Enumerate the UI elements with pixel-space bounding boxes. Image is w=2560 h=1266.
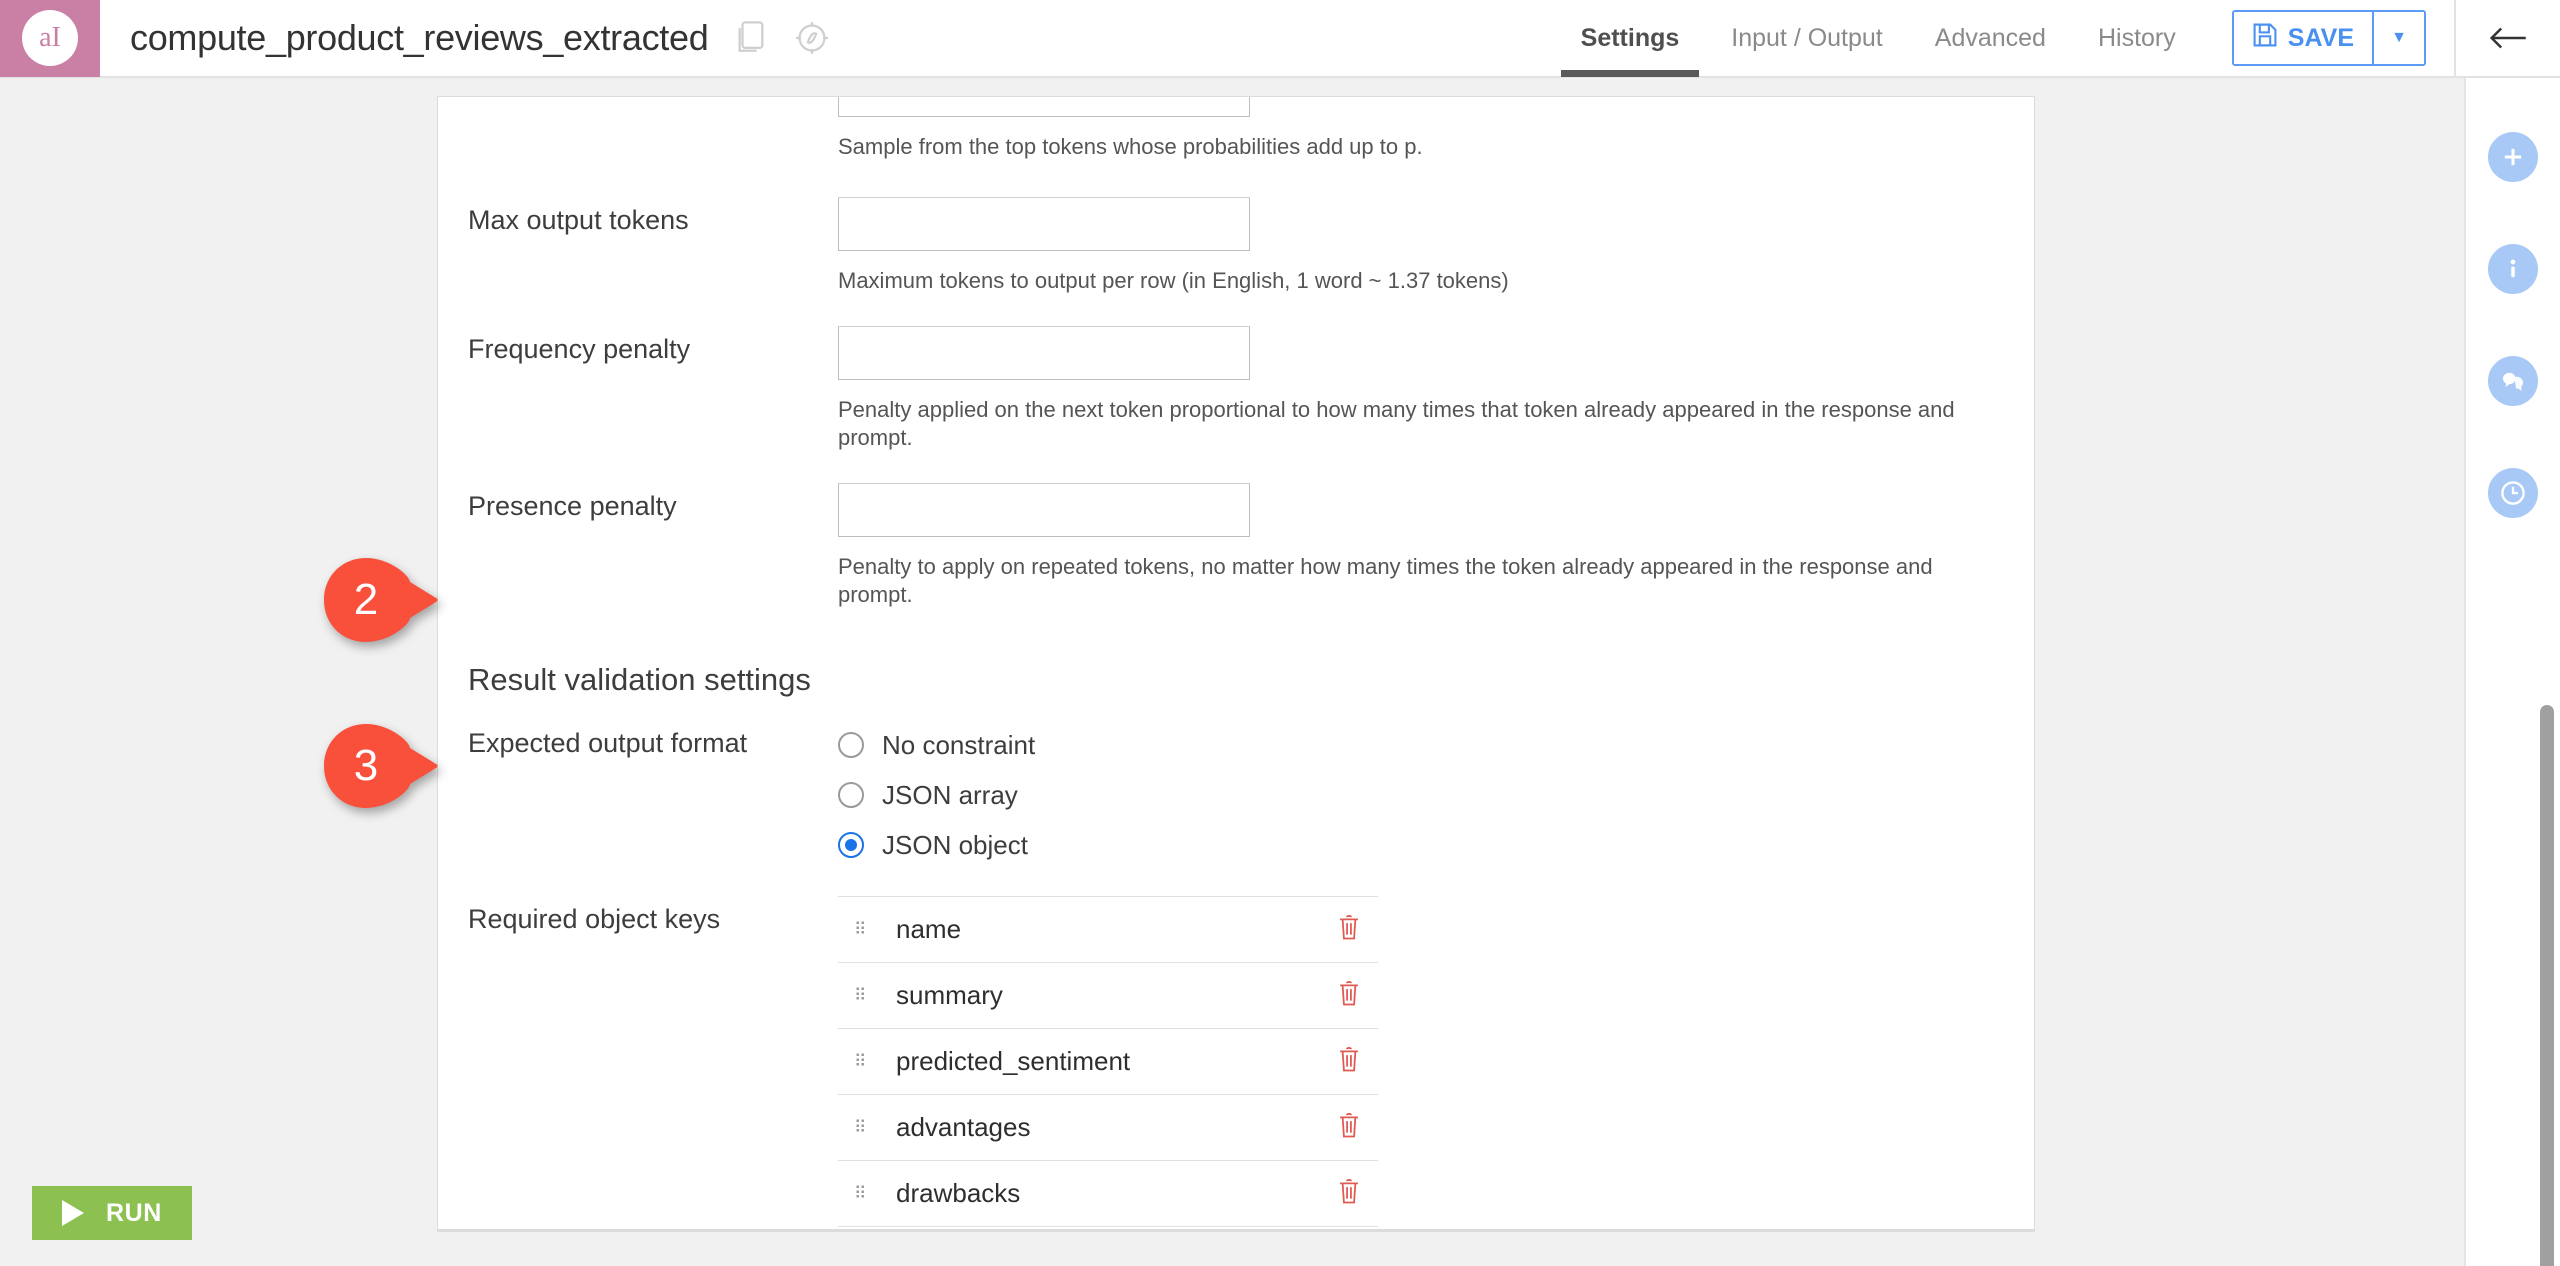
table-row[interactable]: ⠿ summary [838,963,1378,1029]
frequency-penalty-input[interactable] [838,326,1250,380]
page-title: compute_product_reviews_extracted [130,17,708,59]
max-output-tokens-field-col: Maximum tokens to output per row (in Eng… [838,197,2034,295]
tab-input-output[interactable]: Input / Output [1705,0,1909,77]
radio-no-constraint[interactable]: No constraint [838,720,2010,770]
presence-penalty-hint: Penalty to apply on repeated tokens, no … [838,553,2010,608]
radio-json-array[interactable]: JSON array [838,770,2010,820]
expected-output-format-options: No constraint JSON array JSON object [838,720,2034,870]
required-object-keys-row: Required object keys ⠿ name [438,896,2034,1232]
max-output-tokens-input[interactable] [838,197,1250,251]
frequency-penalty-label: Frequency penalty [438,326,838,365]
settings-form: Sample from the top tokens whose probabi… [438,96,2034,1232]
table-row[interactable]: ⠿ drawbacks [838,1161,1378,1227]
run-button[interactable]: RUN [32,1186,192,1240]
save-button-group: SAVE ▼ [2232,10,2426,66]
settings-card: Sample from the top tokens whose probabi… [437,96,2035,1232]
save-dropdown-caret[interactable]: ▼ [2372,12,2424,64]
logo-mark: aI [22,10,78,66]
tab-history[interactable]: History [2072,0,2202,77]
required-keys-list: ⠿ name ⠿ [838,896,1378,1227]
presence-penalty-input[interactable] [838,483,1250,537]
drag-handle-icon[interactable]: ⠿ [854,987,876,1004]
presence-penalty-field-col: Penalty to apply on repeated tokens, no … [838,483,2034,608]
radio-json-array-label: JSON array [882,780,1018,811]
key-name: predicted_sentiment [876,1046,1328,1077]
frequency-penalty-hint: Penalty applied on the next token propor… [838,396,2010,451]
radio-json-object-circle[interactable] [838,832,864,858]
callout-pin-2-number: 2 [322,556,410,644]
trash-icon[interactable] [1328,1173,1370,1214]
required-object-keys-label: Required object keys [438,896,838,935]
trash-icon[interactable] [1328,909,1370,950]
radio-no-constraint-label: No constraint [882,730,1035,761]
presence-penalty-label: Presence penalty [438,483,838,522]
trash-icon[interactable] [1328,1107,1370,1148]
trash-icon[interactable] [1328,975,1370,1016]
key-name: drawbacks [876,1178,1328,1209]
top-p-input[interactable] [838,96,1250,117]
trash-icon[interactable] [1328,1041,1370,1082]
save-button[interactable]: SAVE [2234,12,2372,64]
top-bar: aI compute_product_reviews_extracted Set… [0,0,2560,78]
history-clock-icon[interactable] [2488,468,2538,518]
key-name: advantages [876,1112,1328,1143]
callout-pin-3-number: 3 [322,722,410,810]
radio-json-object-label: JSON object [882,830,1028,861]
plus-icon[interactable] [2488,132,2538,182]
top-p-hint: Sample from the top tokens whose probabi… [838,133,2010,161]
tab-bar: Settings Input / Output Advanced History [1555,0,2202,77]
tab-advanced[interactable]: Advanced [1909,0,2072,77]
drag-handle-icon[interactable]: ⠿ [854,1185,876,1202]
run-toolbar: RUN [0,1154,437,1266]
expected-output-format-label: Expected output format [438,720,838,759]
chat-icon[interactable] [2488,356,2538,406]
expected-output-format-row: Expected output format No constraint JSO… [438,720,2034,870]
add-key-button[interactable]: + ADD KEY [852,1227,993,1232]
key-name: summary [876,980,1328,1011]
app-root: aI compute_product_reviews_extracted Set… [0,0,2560,1266]
vertical-scrollbar-thumb[interactable] [2540,705,2554,1266]
radio-no-constraint-circle[interactable] [838,732,864,758]
max-output-tokens-label: Max output tokens [438,197,838,236]
drag-handle-icon[interactable]: ⠿ [854,1119,876,1136]
radio-json-array-circle[interactable] [838,782,864,808]
title-icon-group [734,19,830,57]
floppy-disk-icon [2252,22,2278,55]
radio-json-object[interactable]: JSON object [838,820,2010,870]
info-icon[interactable] [2488,244,2538,294]
presence-penalty-row: Presence penalty Penalty to apply on rep… [438,483,2034,608]
callout-pin-2: 2 [322,556,440,644]
tab-settings[interactable]: Settings [1555,0,1706,77]
drag-handle-icon[interactable]: ⠿ [854,1053,876,1070]
app-logo[interactable]: aI [0,0,100,77]
copy-icon[interactable] [734,19,768,57]
result-validation-section-title: Result validation settings [438,662,2034,698]
table-row[interactable]: ⠿ advantages [838,1095,1378,1161]
max-output-tokens-hint: Maximum tokens to output per row (in Eng… [838,267,2010,295]
compass-icon[interactable] [794,20,830,56]
play-icon [62,1200,84,1226]
vertical-scrollbar-track[interactable] [2536,80,2558,1266]
back-button[interactable] [2454,0,2560,77]
frequency-penalty-row: Frequency penalty Penalty applied on the… [438,326,2034,451]
table-row[interactable]: ⠿ predicted_sentiment [838,1029,1378,1095]
top-p-row: Sample from the top tokens whose probabi… [438,96,2034,161]
table-row[interactable]: ⠿ name [838,897,1378,963]
save-button-label: SAVE [2288,24,2354,53]
frequency-penalty-field-col: Penalty applied on the next token propor… [838,326,2034,451]
top-p-field-col: Sample from the top tokens whose probabi… [838,96,2034,161]
key-name: name [876,914,1328,945]
max-output-tokens-row: Max output tokens Maximum tokens to outp… [438,197,2034,295]
required-object-keys-field-col: ⠿ name ⠿ [838,896,2034,1232]
run-button-label: RUN [106,1199,162,1228]
drag-handle-icon[interactable]: ⠿ [854,921,876,938]
content-scroll-area: Sample from the top tokens whose probabi… [0,80,2464,1266]
callout-pin-3: 3 [322,722,440,810]
